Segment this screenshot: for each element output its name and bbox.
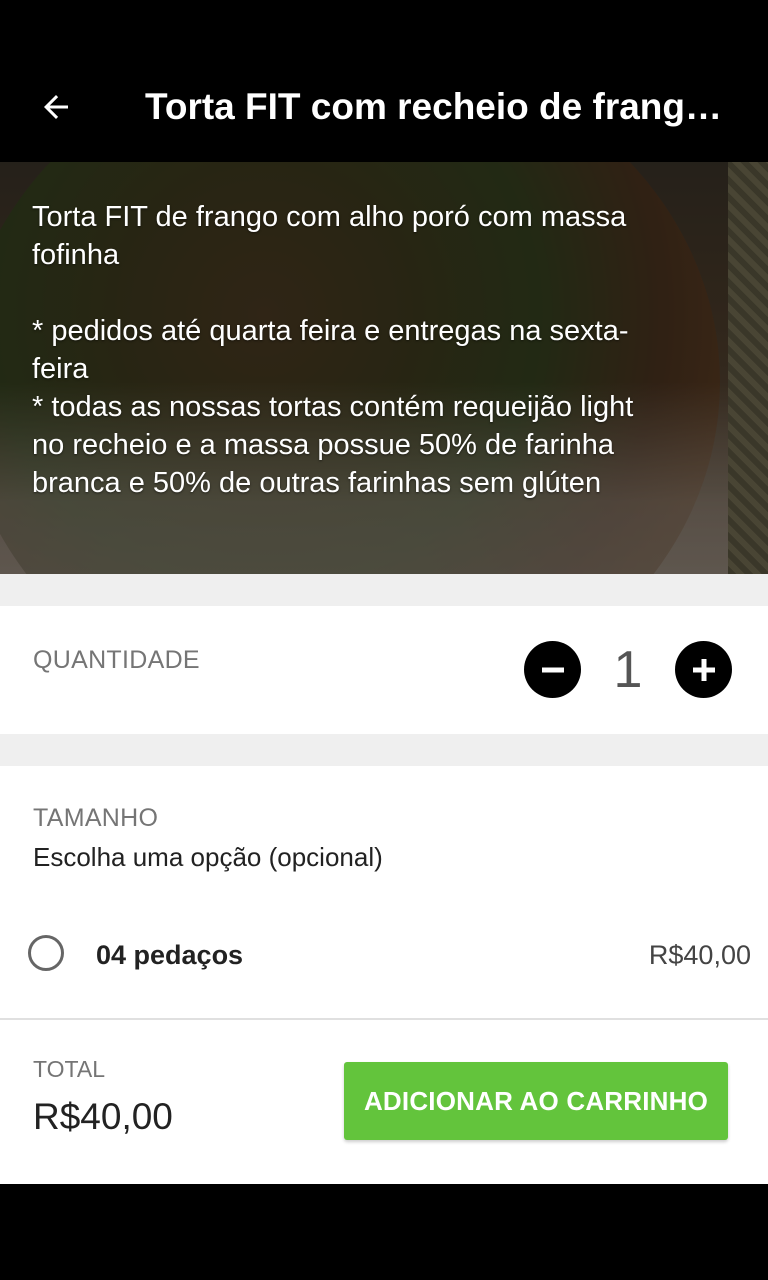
total-value: R$40,00 (33, 1096, 173, 1137)
arrow-left-icon (44, 95, 68, 119)
section-divider (0, 734, 768, 766)
cart-footer: TOTAL R$40,00 ADICIONAR AO CARRINHO (0, 1020, 768, 1184)
radio-button[interactable] (28, 935, 64, 971)
add-to-cart-button[interactable]: ADICIONAR AO CARRINHO (344, 1062, 728, 1140)
option-label: 04 pedaços (96, 940, 244, 970)
product-description: Torta FIT de frango com alho poró com ma… (32, 201, 634, 499)
quantity-value: 1 (613, 641, 643, 699)
page-title: Torta FIT com recheio de frango… (145, 86, 744, 127)
quantity-label: QUANTIDADE (33, 646, 200, 674)
status-bar (0, 0, 768, 52)
section-divider (0, 574, 768, 606)
total-label: TOTAL (33, 1056, 105, 1082)
size-option[interactable]: 04 pedaços R$40,00 (0, 916, 768, 994)
size-section: TAMANHO Escolha uma opção (opcional) 04 … (0, 766, 768, 1018)
system-nav-bar (0, 1184, 768, 1280)
decrement-button[interactable] (524, 641, 581, 698)
product-hero-image: Torta FIT de frango com alho poró com ma… (0, 162, 768, 574)
back-button[interactable] (20, 71, 92, 143)
size-title: TAMANHO (33, 804, 159, 832)
app-bar: Torta FIT com recheio de frango… (0, 52, 768, 162)
option-price: R$40,00 (648, 940, 751, 970)
plus-icon (692, 658, 715, 681)
quantity-section: QUANTIDADE 1 (0, 606, 768, 734)
size-subtitle: Escolha uma opção (opcional) (33, 842, 383, 872)
minus-icon (541, 667, 564, 672)
increment-button[interactable] (675, 641, 732, 698)
